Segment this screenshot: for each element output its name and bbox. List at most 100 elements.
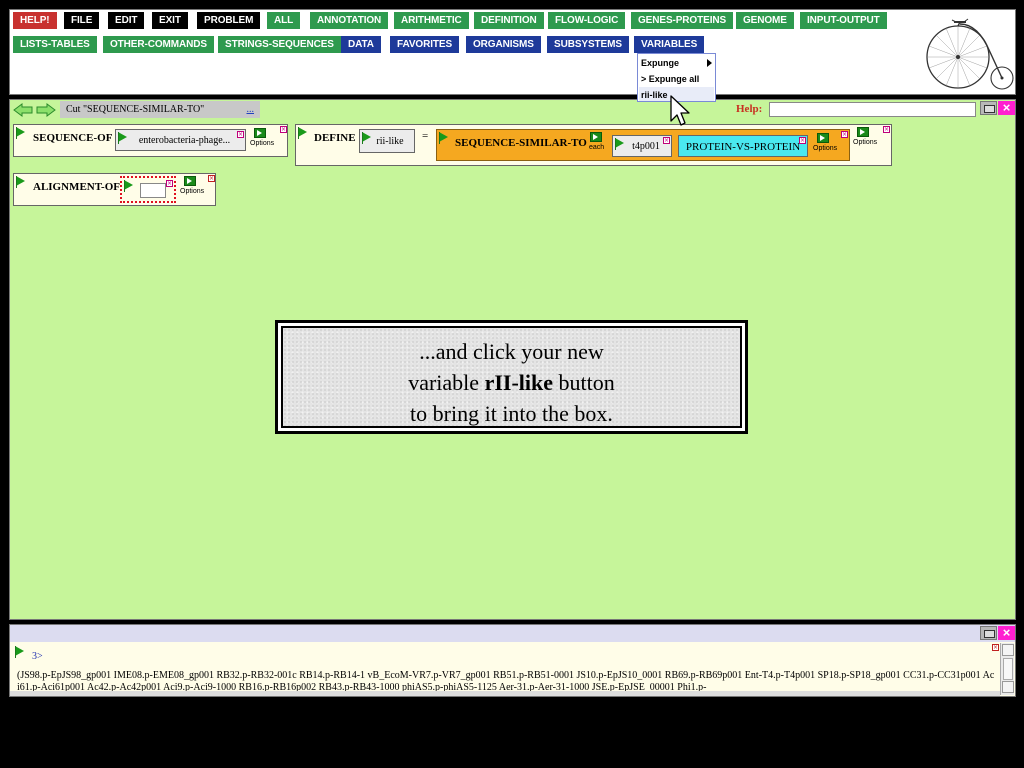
- sequence-of-delete-icon[interactable]: ×: [280, 126, 287, 133]
- sequence-similar-to-run-flag-icon[interactable]: [439, 132, 449, 144]
- tutorial-line-3: to bring it into the box.: [410, 401, 613, 426]
- undo-history-more-link[interactable]: ...: [247, 101, 255, 118]
- output-entry-flag-icon[interactable]: [15, 646, 25, 658]
- options-arrow-icon: [254, 128, 266, 138]
- output-horizontal-scrollbar[interactable]: [10, 691, 1000, 696]
- scroll-up-arrow-icon[interactable]: [1002, 644, 1014, 656]
- output-vertical-scrollbar[interactable]: [1000, 643, 1014, 695]
- menu-genes-proteins-button[interactable]: GENES-PROTEINS: [631, 12, 734, 29]
- slot-flag-icon[interactable]: [615, 138, 625, 150]
- output-close-button[interactable]: ×: [998, 626, 1015, 640]
- slot-clear-icon[interactable]: ×: [663, 137, 670, 144]
- output-entry-delete-icon[interactable]: ×: [992, 644, 999, 651]
- alignment-of-empty-slot[interactable]: ×: [120, 176, 176, 203]
- define-equals-sign: =: [422, 130, 429, 142]
- slot-flag-icon[interactable]: [118, 132, 128, 144]
- alignment-of-box[interactable]: ALIGNMENT-OF × Options ×: [13, 173, 216, 206]
- sequence-similar-to-options-button[interactable]: Options: [813, 133, 839, 155]
- sequence-similar-to-box[interactable]: SEQUENCE-SIMILAR-TO each t4p001 × PROTEI…: [436, 129, 850, 161]
- menu-definition-button[interactable]: DEFINITION: [474, 12, 544, 29]
- alignment-of-input-field[interactable]: [140, 183, 166, 198]
- protocol-value: PROTEIN-VS-PROTEIN: [685, 141, 801, 153]
- menu-flow-logic-button[interactable]: FLOW-LOGIC: [548, 12, 626, 29]
- scroll-thumb[interactable]: [1003, 658, 1013, 680]
- slot-clear-icon[interactable]: ×: [166, 180, 173, 187]
- forward-arrow-icon[interactable]: [36, 103, 56, 117]
- undo-history-text: Cut "SEQUENCE-SIMILAR-TO": [66, 104, 205, 115]
- alignment-of-delete-icon[interactable]: ×: [208, 175, 215, 182]
- scroll-down-arrow-icon[interactable]: [1002, 681, 1014, 693]
- back-arrow-icon[interactable]: [13, 103, 33, 117]
- sequence-of-argument-value: enterobacteria-phage...: [138, 135, 231, 146]
- workspace-minimize-button[interactable]: [980, 101, 997, 115]
- tutorial-line-2-pre: variable: [408, 370, 485, 395]
- menu-all-button[interactable]: ALL: [267, 12, 301, 29]
- sequence-of-title: SEQUENCE-OF: [33, 132, 113, 144]
- each-arrow-icon: [590, 132, 602, 142]
- alignment-of-options-button[interactable]: Options: [180, 176, 206, 198]
- mouse-pointer-icon: [670, 95, 690, 126]
- workspace-close-button[interactable]: ×: [998, 101, 1015, 115]
- sequence-similar-to-delete-icon[interactable]: ×: [841, 131, 848, 138]
- tutorial-line-2-bold: rII-like: [484, 370, 554, 395]
- menu-strings-sequences-button[interactable]: STRINGS-SEQUENCES: [218, 36, 341, 53]
- output-titlebar: ×: [10, 625, 1015, 642]
- menu-problem-button[interactable]: PROBLEM: [197, 12, 261, 29]
- options-label: Options: [180, 188, 205, 195]
- menu-file-button[interactable]: FILE: [64, 12, 100, 29]
- sequence-similar-to-title: SEQUENCE-SIMILAR-TO: [455, 137, 587, 149]
- sequence-of-options-button[interactable]: Options: [250, 128, 276, 150]
- submenu-arrow-icon: [707, 59, 712, 67]
- slot-flag-icon[interactable]: [362, 132, 372, 144]
- output-minimize-button[interactable]: [980, 626, 997, 640]
- each-label: each: [589, 144, 605, 151]
- options-label: Options: [853, 139, 878, 146]
- sequence-similar-to-query-slot[interactable]: t4p001 ×: [612, 135, 672, 157]
- query-value: t4p001: [632, 141, 660, 152]
- tutorial-callout: ...and click your new variable rII-like …: [275, 320, 748, 434]
- define-options-button[interactable]: Options: [853, 127, 879, 149]
- menu-favorites-button[interactable]: FAVORITES: [390, 36, 460, 53]
- menu-arithmetic-button[interactable]: ARITHMETIC: [394, 12, 469, 29]
- define-variable-slot[interactable]: rii-like: [359, 129, 415, 153]
- sequence-of-box[interactable]: SEQUENCE-OF enterobacteria-phage... × Op…: [13, 124, 288, 157]
- menu-organisms-button[interactable]: ORGANISMS: [466, 36, 541, 53]
- alignment-of-title: ALIGNMENT-OF: [33, 181, 120, 193]
- define-title: DEFINE: [314, 132, 356, 144]
- menu-edit-button[interactable]: EDIT: [108, 12, 145, 29]
- menu-lists-tables-button[interactable]: LISTS-TABLES: [13, 36, 97, 53]
- define-box[interactable]: DEFINE rii-like = SEQUENCE-SIMILAR-TO ea…: [295, 124, 892, 166]
- menu-other-commands-button[interactable]: OTHER-COMMANDS: [103, 36, 214, 53]
- menu-data-button[interactable]: DATA: [341, 36, 381, 53]
- output-panel[interactable]: × 3> × (JS98.p-EpJS98_gp001 IME08.p-EME0…: [9, 624, 1016, 697]
- dropdown-item-expunge-all[interactable]: > Expunge all: [641, 72, 699, 86]
- alignment-of-run-flag-icon[interactable]: [16, 176, 26, 188]
- tutorial-callout-text: ...and click your new variable rII-like …: [283, 336, 740, 429]
- sequence-similar-to-protocol-slot[interactable]: PROTEIN-VS-PROTEIN ×: [678, 135, 808, 157]
- menu-help-button[interactable]: HELP!: [13, 12, 57, 29]
- penny-farthing-logo-icon: [926, 18, 1014, 90]
- slot-clear-icon[interactable]: ×: [799, 137, 806, 144]
- menu-input-output-button[interactable]: INPUT-OUTPUT: [800, 12, 887, 29]
- workspace-toolbar: Cut "SEQUENCE-SIMILAR-TO" ... Help: ×: [10, 100, 1015, 120]
- slot-clear-icon[interactable]: ×: [237, 131, 244, 138]
- menu-annotation-button[interactable]: ANNOTATION: [310, 12, 389, 29]
- options-arrow-icon: [857, 127, 869, 137]
- options-arrow-icon: [817, 133, 829, 143]
- slot-flag-icon[interactable]: [124, 180, 134, 192]
- menu-exit-button[interactable]: EXIT: [152, 12, 188, 29]
- help-search-input[interactable]: [769, 102, 976, 117]
- menu-subsystems-button[interactable]: SUBSYSTEMS: [547, 36, 629, 53]
- menu-genome-button[interactable]: GENOME: [736, 12, 794, 29]
- define-delete-icon[interactable]: ×: [883, 126, 890, 133]
- sequence-of-argument-slot[interactable]: enterobacteria-phage... ×: [115, 129, 246, 151]
- define-variable-value: rii-like: [376, 136, 404, 147]
- tutorial-line-2-post: button: [553, 370, 615, 395]
- sequence-of-run-flag-icon[interactable]: [16, 127, 26, 139]
- dropdown-item-expunge-label: Expunge: [641, 58, 680, 68]
- dropdown-item-rii-like[interactable]: rii-like: [641, 88, 668, 102]
- dropdown-item-expunge[interactable]: Expunge: [641, 56, 714, 70]
- define-run-flag-icon[interactable]: [298, 127, 308, 139]
- menu-variables-button[interactable]: VARIABLES: [634, 36, 705, 53]
- undo-history-label[interactable]: Cut "SEQUENCE-SIMILAR-TO" ...: [60, 101, 260, 118]
